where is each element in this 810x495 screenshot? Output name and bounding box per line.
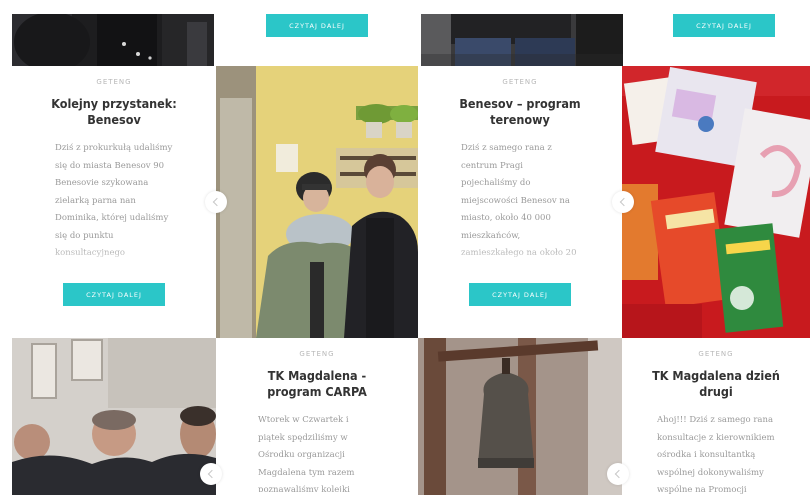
excerpt-fade: [418, 244, 622, 270]
read-more-button[interactable]: CZYTAJ DALEJ: [673, 14, 775, 37]
post-category: Geteng: [698, 350, 734, 358]
top-card-continuation-2: CZYTAJ DALEJ: [623, 0, 810, 66]
bell-tower-photo: [418, 338, 622, 495]
read-more-button[interactable]: CZYTAJ DALEJ: [266, 14, 368, 37]
post-image-selfie[interactable]: [12, 338, 216, 495]
post-image-books[interactable]: [622, 66, 810, 338]
read-more-button[interactable]: CZYTAJ DALEJ: [469, 283, 571, 306]
post-card: Geteng Kolejny przystanek: Benesov Dziś …: [12, 66, 216, 338]
post-title[interactable]: Benesov – program terenowy: [418, 96, 622, 128]
couple-photo-yellow-room: [216, 66, 418, 338]
post-title[interactable]: TK Magdalena - program CARPA: [216, 368, 418, 400]
post-card: Geteng TK Magdalena dzień drugi Ahoj!!! …: [622, 338, 810, 495]
chevron-left-icon: [619, 197, 629, 207]
books-leaflets-photo: [622, 66, 810, 338]
post-title[interactable]: Kolejny przystanek: Benesov: [12, 96, 216, 128]
post-card: Geteng TK Magdalena - program CARPA Wtor…: [216, 338, 418, 495]
top-card-continuation-1: CZYTAJ DALEJ: [216, 0, 418, 66]
group-photo-dark-top-left: [12, 14, 214, 66]
post-title[interactable]: TK Magdalena dzień drugi: [622, 368, 810, 400]
read-more-button[interactable]: CZYTAJ DALEJ: [63, 283, 165, 306]
post-image-group-top-right[interactable]: [421, 14, 623, 66]
excerpt-fade: [12, 244, 216, 270]
post-category: Geteng: [96, 78, 132, 86]
post-category: Geteng: [299, 350, 335, 358]
post-image-group-top-left[interactable]: [12, 14, 214, 66]
post-card: Geteng Benesov – program terenowy Dziś z…: [418, 66, 622, 338]
posts-grid: CZYTAJ DALEJ CZYTAJ DALEJ Geteng Kolejny…: [0, 0, 810, 495]
carousel-prev-button[interactable]: [607, 463, 629, 485]
chevron-left-icon: [212, 197, 222, 207]
post-image-couple[interactable]: [216, 66, 418, 338]
carousel-prev-button[interactable]: [200, 463, 222, 485]
post-excerpt: Wtorek w Czwartek i piątek spędziliśmy w…: [258, 415, 355, 492]
group-photo-top-right: [421, 14, 623, 66]
post-category: Geteng: [502, 78, 538, 86]
carousel-prev-button[interactable]: [205, 191, 227, 213]
chevron-left-icon: [207, 469, 217, 479]
chevron-left-icon: [614, 469, 624, 479]
post-excerpt: Ahoj!!! Dziś z samego rana konsultacje z…: [657, 415, 775, 495]
selfie-group-photo: [12, 338, 216, 495]
post-image-bell[interactable]: [418, 338, 622, 495]
carousel-prev-button[interactable]: [612, 191, 634, 213]
